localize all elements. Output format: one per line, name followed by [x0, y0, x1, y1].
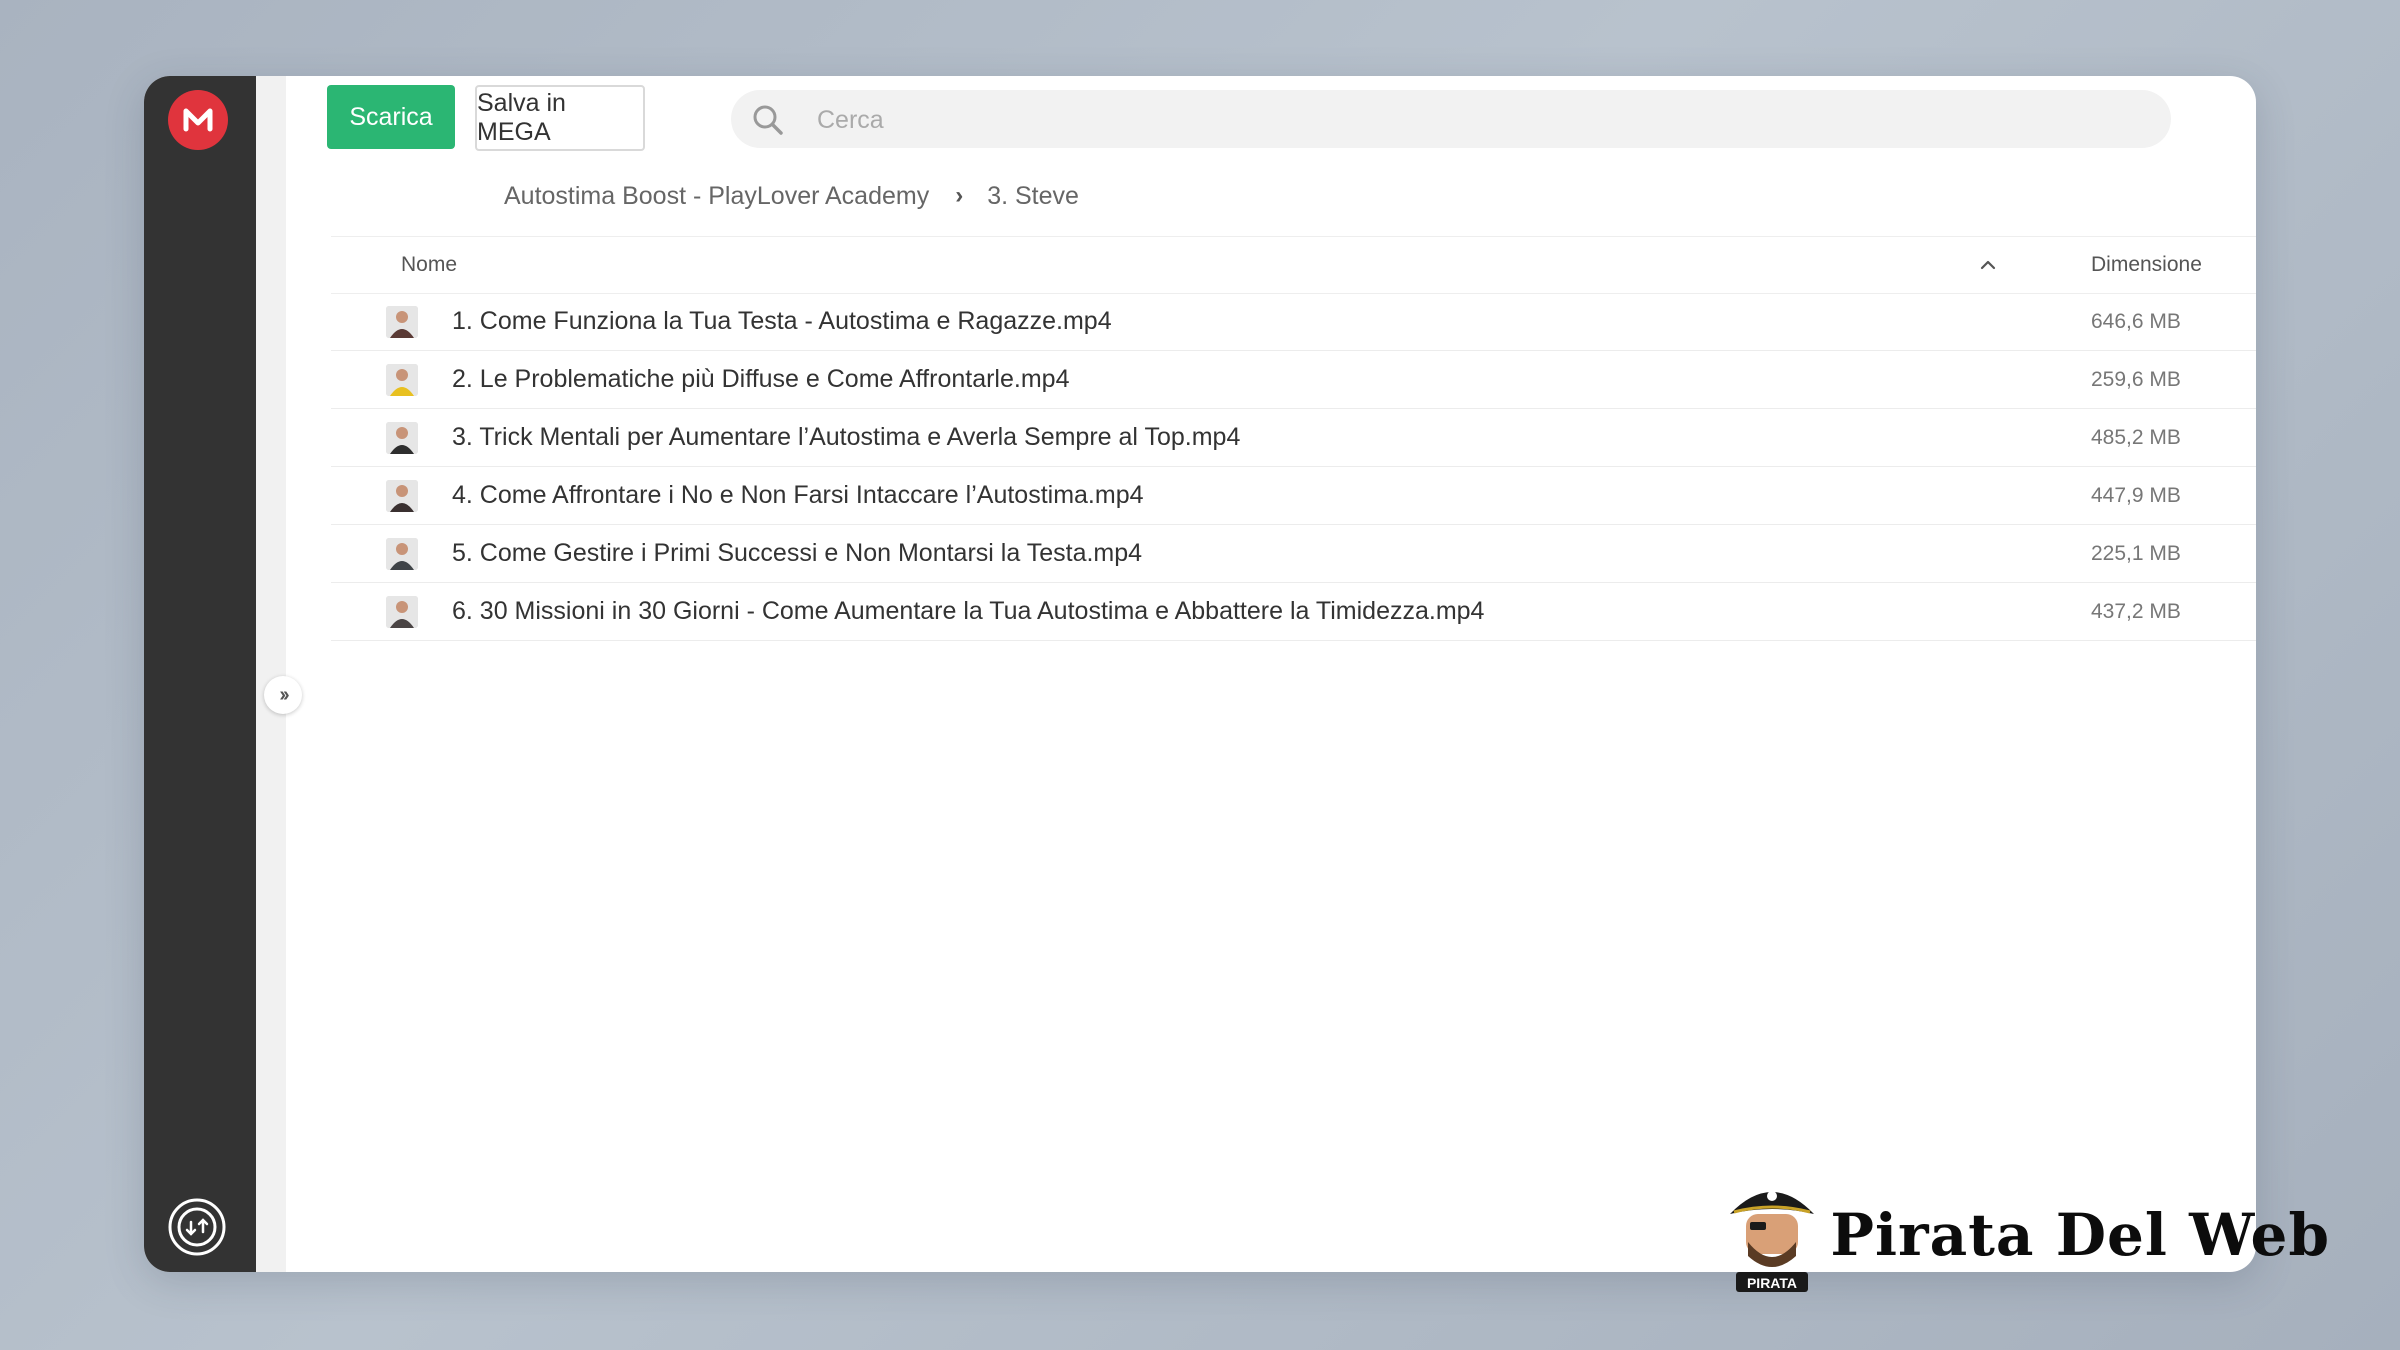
mega-window: ›› Scarica Salva in MEGA Autostima Boost… — [144, 76, 2256, 1272]
file-name: 6. 30 Missioni in 30 Giorni - Come Aumen… — [452, 597, 1485, 625]
file-name: 1. Come Funziona la Tua Testa - Autostim… — [452, 307, 1112, 335]
file-row[interactable]: 5. Come Gestire i Primi Successi e Non M… — [331, 525, 2256, 583]
breadcrumb-current: 3. Steve — [987, 181, 1079, 210]
double-chevron-right-icon: ›› — [279, 683, 289, 706]
breadcrumb: Autostima Boost - PlayLover Academy › 3.… — [504, 176, 1079, 216]
watermark-text: Pirata Del Web — [1830, 1201, 2330, 1269]
sort-ascending-icon[interactable] — [1978, 255, 1998, 275]
file-row[interactable]: 6. 30 Missioni in 30 Giorni - Come Aumen… — [331, 583, 2256, 641]
video-thumbnail — [386, 596, 418, 628]
file-name: 3. Trick Mentali per Aumentare l’Autosti… — [452, 423, 1241, 451]
expand-panel-button[interactable]: ›› — [264, 676, 302, 714]
file-name: 5. Come Gestire i Primi Successi e Non M… — [452, 539, 1143, 567]
svg-text:PIRATA: PIRATA — [1747, 1275, 1797, 1291]
table-header: Nome Dimensione Tipo — [331, 236, 2256, 294]
file-size: 259,6 MB — [2091, 368, 2181, 391]
file-name: 4. Come Affrontare i No e Non Farsi Inta… — [452, 481, 1144, 509]
file-row[interactable]: 4. Come Affrontare i No e Non Farsi Inta… — [331, 467, 2256, 525]
chevron-right-icon: › — [955, 182, 964, 209]
video-thumbnail — [386, 306, 418, 338]
column-header-name[interactable]: Nome — [401, 253, 457, 277]
file-size: 437,2 MB — [2091, 600, 2181, 623]
file-size: 646,6 MB — [2091, 310, 2181, 333]
search-input[interactable] — [815, 90, 2119, 150]
search-bar[interactable] — [731, 90, 2171, 150]
file-row[interactable]: 1. Come Funziona la Tua Testa - Autostim… — [331, 293, 2256, 351]
sidebar — [144, 76, 256, 1272]
download-button[interactable]: Scarica — [327, 85, 455, 149]
column-header-size[interactable]: Dimensione — [2091, 253, 2202, 277]
video-thumbnail — [386, 538, 418, 570]
transfer-manager-icon[interactable] — [166, 1196, 228, 1258]
breadcrumb-parent[interactable]: Autostima Boost - PlayLover Academy — [504, 182, 929, 211]
file-list: 1. Come Funziona la Tua Testa - Autostim… — [331, 293, 2256, 641]
video-thumbnail — [386, 364, 418, 396]
file-size: 485,2 MB — [2091, 426, 2181, 449]
mega-logo-icon[interactable] — [168, 90, 228, 150]
file-row[interactable]: 2. Le Problematiche più Diffuse e Come A… — [331, 351, 2256, 409]
video-thumbnail — [386, 480, 418, 512]
panel-gutter — [256, 76, 286, 1272]
pirata-del-web-watermark: PIRATA Pirata Del Web — [1724, 1170, 2330, 1300]
pirate-mascot-icon: PIRATA — [1730, 1191, 1815, 1292]
video-thumbnail — [386, 422, 418, 454]
file-name: 2. Le Problematiche più Diffuse e Come A… — [452, 365, 1070, 393]
file-size: 225,1 MB — [2091, 542, 2181, 565]
save-to-mega-button[interactable]: Salva in MEGA — [475, 85, 645, 151]
file-size: 447,9 MB — [2091, 484, 2181, 507]
file-row[interactable]: 3. Trick Mentali per Aumentare l’Autosti… — [331, 409, 2256, 467]
search-icon — [753, 105, 783, 135]
